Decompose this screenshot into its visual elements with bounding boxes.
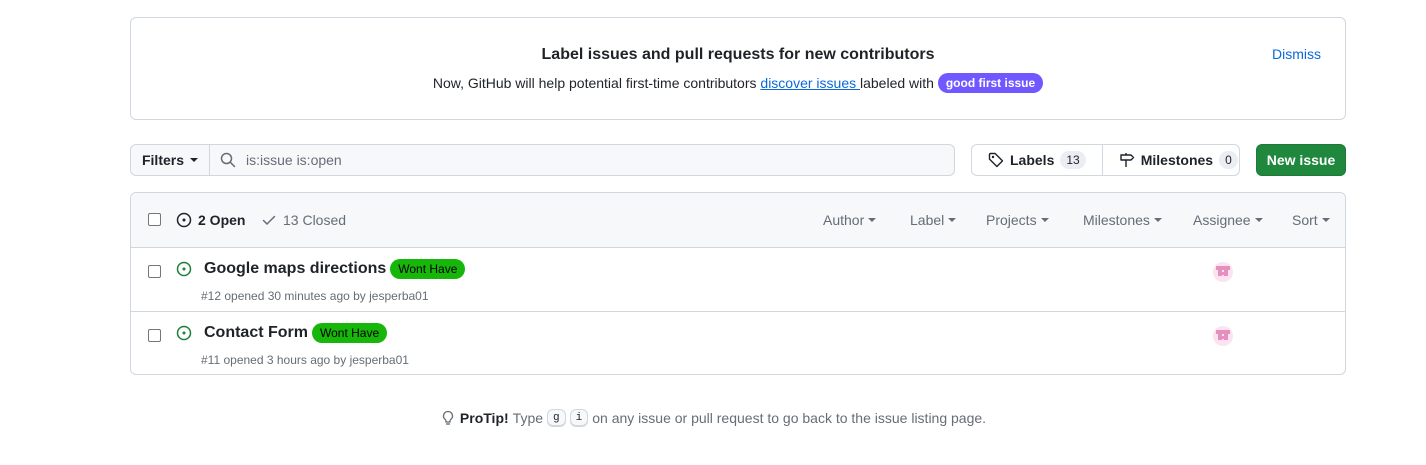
check-icon: [262, 215, 276, 225]
search-icon: [220, 152, 236, 168]
issue-title-link[interactable]: Google maps directions: [204, 260, 386, 278]
contributor-banner: Label issues and pull requests for new c…: [130, 17, 1346, 120]
issue-meta: #12 opened 30 minutes ago by jesperba01: [201, 289, 429, 303]
search-input[interactable]: [246, 152, 926, 168]
sort-filter[interactable]: Sort: [1292, 212, 1330, 228]
label-filter[interactable]: Label: [910, 212, 957, 228]
issue-title-link[interactable]: Contact Form: [204, 324, 308, 342]
caret-down-icon: [1254, 218, 1263, 222]
issue-checkbox[interactable]: [148, 265, 161, 278]
open-count-label: 2 Open: [198, 212, 246, 228]
labels-button[interactable]: Labels 13: [972, 145, 1102, 175]
banner-text-after: labeled with: [860, 75, 938, 91]
protip-bold: ProTip!: [459, 410, 509, 426]
labels-label: Labels: [1010, 152, 1055, 168]
issue-title-line: Google maps directions Wont Have: [176, 259, 466, 279]
author-filter-label: Author: [823, 212, 865, 228]
labels-milestones-group: Labels 13 Milestones 0: [971, 144, 1240, 176]
caret-down-icon: [1321, 218, 1330, 222]
label-filter-label: Label: [910, 212, 945, 228]
new-issue-button[interactable]: New issue: [1256, 144, 1346, 176]
banner-text-before: Now, GitHub will help potential first-ti…: [432, 75, 761, 91]
protip-type: Type: [512, 410, 544, 426]
assignee-avatar[interactable]: [1213, 326, 1233, 346]
banner-text: Now, GitHub will help potential first-ti…: [131, 73, 1345, 93]
open-issues-tab[interactable]: 2 Open: [176, 212, 245, 228]
issues-list: 2 Open 13 Closed Author Label Projects M…: [130, 192, 1346, 375]
light-bulb-icon: [442, 410, 453, 425]
labels-count: 13: [1060, 151, 1086, 169]
projects-filter-label: Projects: [986, 212, 1037, 228]
protip-rest: on any issue or pull request to go back …: [592, 410, 987, 426]
issue-label[interactable]: Wont Have: [312, 323, 388, 343]
assignee-avatar[interactable]: [1213, 262, 1233, 282]
closed-count-label: 13 Closed: [283, 212, 347, 228]
filters-label: Filters: [141, 152, 184, 168]
issue-meta: #11 opened 3 hours ago by jesperba01: [201, 353, 409, 367]
issue-checkbox[interactable]: [148, 329, 161, 342]
caret-down-icon: [1040, 218, 1049, 222]
banner-title: Label issues and pull requests for new c…: [541, 46, 935, 63]
issue-open-icon: [176, 325, 192, 341]
issue-open-icon: [176, 261, 192, 277]
good-first-issue-label[interactable]: good first issue: [937, 73, 1044, 93]
assignee-filter-label: Assignee: [1193, 212, 1251, 228]
protip: ProTip! Type g i on any issue or pull re…: [0, 409, 1426, 427]
tag-icon: [988, 152, 1004, 168]
milestones-filter[interactable]: Milestones: [1083, 212, 1162, 228]
identicon-icon: [1216, 266, 1230, 276]
issue-label[interactable]: Wont Have: [390, 259, 466, 279]
author-filter[interactable]: Author: [823, 212, 877, 228]
issue-open-icon: [176, 212, 192, 228]
milestones-label: Milestones: [1140, 152, 1214, 168]
issues-header: 2 Open 13 Closed Author Label Projects M…: [131, 193, 1345, 248]
assignee-filter[interactable]: Assignee: [1193, 212, 1263, 228]
caret-down-icon: [948, 218, 957, 222]
milestones-count: 0: [1219, 151, 1238, 169]
closed-issues-tab[interactable]: 13 Closed: [261, 212, 346, 228]
caret-down-icon: [868, 218, 877, 222]
issue-title-line: Contact Form Wont Have: [176, 323, 388, 343]
caret-down-icon: [190, 158, 198, 162]
issue-row[interactable]: Google maps directions Wont Have #12 ope…: [131, 248, 1345, 312]
dismiss-button[interactable]: Dismiss: [1272, 46, 1321, 62]
filters-button[interactable]: Filters: [130, 144, 210, 176]
identicon-icon: [1216, 330, 1230, 340]
caret-down-icon: [1153, 218, 1162, 222]
milestone-icon: [1120, 153, 1134, 167]
projects-filter[interactable]: Projects: [986, 212, 1049, 228]
search-box[interactable]: [209, 144, 955, 176]
milestones-button[interactable]: Milestones 0: [1101, 145, 1254, 175]
discover-issues-link[interactable]: discover issues: [760, 75, 860, 91]
key-g: g: [547, 409, 566, 427]
issue-row[interactable]: Contact Form Wont Have #11 opened 3 hour…: [131, 312, 1345, 374]
select-all-checkbox[interactable]: [148, 213, 161, 226]
milestones-filter-label: Milestones: [1083, 212, 1150, 228]
key-i: i: [569, 409, 589, 427]
sort-filter-label: Sort: [1292, 212, 1318, 228]
